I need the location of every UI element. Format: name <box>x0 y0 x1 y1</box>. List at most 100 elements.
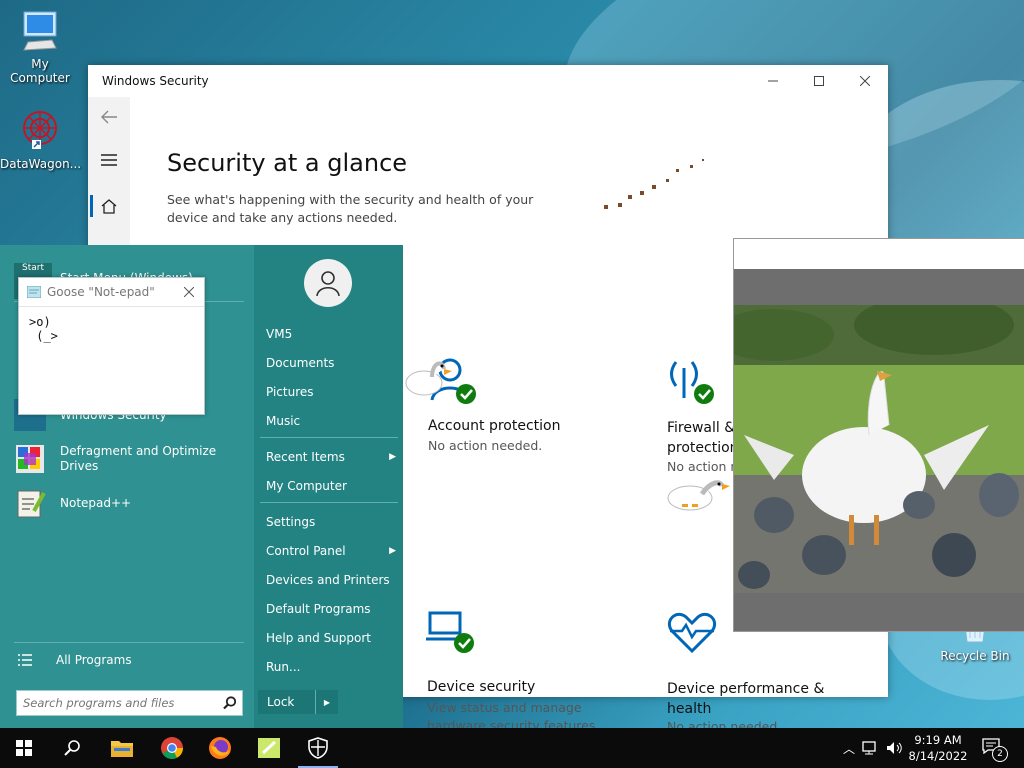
computer-icon <box>0 10 80 55</box>
program-notepad-plus-plus[interactable]: Notepad++ <box>14 485 244 521</box>
search-input[interactable] <box>17 691 215 715</box>
place-default-programs[interactable]: Default Programs <box>266 602 371 616</box>
notepad-icon <box>27 286 41 298</box>
place-settings[interactable]: Settings <box>266 515 315 529</box>
divider <box>260 437 398 438</box>
windows-logo-icon <box>16 740 32 756</box>
place-music[interactable]: Music <box>266 414 300 428</box>
place-devices-printers[interactable]: Devices and Printers <box>266 573 390 587</box>
notification-badge: 2 <box>992 746 1008 762</box>
goose-video-window[interactable] <box>733 238 1024 632</box>
taskbar-clock[interactable]: 9:19 AM 8/14/2022 <box>906 732 970 764</box>
search-icon <box>64 740 80 756</box>
program-label-line: Drives <box>60 459 99 473</box>
firewall-antenna-icon <box>670 361 714 404</box>
hamburger-menu-button[interactable] <box>88 137 130 183</box>
divider <box>260 502 398 503</box>
tile-title-line: Device performance & <box>667 681 825 697</box>
divider <box>14 642 244 643</box>
chrome-icon <box>161 737 183 759</box>
goose-notepad-window[interactable]: Goose "Not-epad" <box>18 277 205 415</box>
notepad-text-area[interactable] <box>27 313 201 407</box>
minimize-button[interactable] <box>750 65 796 97</box>
start-search-box[interactable] <box>16 690 243 716</box>
back-button[interactable] <box>88 97 130 137</box>
clock-time: 9:19 AM <box>914 733 962 747</box>
place-recent-items[interactable]: Recent Items ▶ <box>266 450 396 464</box>
folder-icon <box>111 741 133 757</box>
place-my-computer[interactable]: My Computer <box>266 479 347 493</box>
action-center-button[interactable]: 2 <box>982 738 1008 762</box>
nav-home[interactable] <box>88 183 130 229</box>
laptop-icon <box>426 611 474 653</box>
lock-button[interactable]: Lock <box>258 690 316 714</box>
program-label-line: Defragment and Optimize <box>60 444 217 458</box>
place-vm5[interactable]: VM5 <box>266 327 292 341</box>
system-tray: ︿ <box>838 728 904 768</box>
taskbar-windows-security[interactable] <box>294 728 342 768</box>
taskbar-chrome[interactable] <box>148 728 196 768</box>
page-title: Security at a glance <box>167 149 408 177</box>
user-avatar[interactable] <box>304 259 352 307</box>
submenu-arrow-icon: ▶ <box>389 546 396 556</box>
tile-title: Firewall & protection <box>667 418 739 458</box>
lock-button-group: Lock ▶ <box>258 690 338 714</box>
shield-icon <box>308 737 328 759</box>
nav-selection-indicator <box>90 195 93 217</box>
all-programs-button[interactable]: All Programs <box>18 653 132 667</box>
video-titlebar[interactable] <box>734 239 1024 269</box>
tile-title-line: health <box>667 701 712 717</box>
tile-title: Device performance & health <box>667 679 824 719</box>
place-label: Control Panel <box>266 544 346 558</box>
power-options-button[interactable]: ▶ <box>316 690 338 714</box>
heart-pulse-icon <box>667 612 717 654</box>
hamburger-icon <box>101 154 117 166</box>
home-icon <box>101 199 117 214</box>
close-icon[interactable] <box>184 287 194 297</box>
search-icon[interactable] <box>223 696 237 710</box>
tile-status: No action needed. <box>428 438 543 453</box>
place-label: Recent Items <box>266 450 345 464</box>
lock-label: Lock <box>267 695 295 709</box>
desktop-icon-label: Recycle Bin <box>940 649 1010 663</box>
submenu-arrow-icon: ▶ <box>389 452 396 462</box>
program-defragment[interactable]: Defragment and Optimize Drives <box>14 441 244 477</box>
goose-footprints <box>604 159 704 209</box>
close-icon <box>860 76 870 86</box>
taskbar-notepad-plus-plus[interactable] <box>245 728 293 768</box>
taskbar-firefox[interactable] <box>196 728 244 768</box>
place-pictures[interactable]: Pictures <box>266 385 314 399</box>
desktop-icon-my-computer[interactable]: My Computer <box>0 10 80 85</box>
chevron-up-icon[interactable]: ︿ <box>838 740 860 757</box>
taskbar-search-button[interactable] <box>48 728 96 768</box>
tile-title-line: Firewall & <box>667 420 736 436</box>
place-run[interactable]: Run... <box>266 660 300 674</box>
taskbar: ︿ 9:19 AM 8/14/2022 2 <box>0 728 1024 768</box>
volume-icon[interactable] <box>886 741 904 755</box>
desktop-icon-datawagon[interactable]: DataWagon... <box>0 108 81 171</box>
desktop-icon-label: My Computer <box>10 57 70 85</box>
clock-date: 8/14/2022 <box>908 749 968 763</box>
datawagon-icon <box>0 108 80 155</box>
goose-video-frame <box>734 305 1024 593</box>
place-help-support[interactable]: Help and Support <box>266 631 371 645</box>
notepad-title: Goose "Not-epad" <box>47 285 155 299</box>
page-description: See what's happening with the security a… <box>167 192 534 225</box>
place-documents[interactable]: Documents <box>266 356 334 370</box>
notepad-titlebar[interactable]: Goose "Not-epad" <box>19 278 204 307</box>
window-title: Windows Security <box>102 74 209 88</box>
maximize-button[interactable] <box>796 65 842 97</box>
tile-title: Account protection <box>428 418 561 434</box>
taskbar-file-explorer[interactable] <box>98 728 146 768</box>
goose-sprite <box>405 361 452 396</box>
list-icon <box>18 654 32 666</box>
close-button[interactable] <box>842 65 888 97</box>
chevron-right-icon: ▶ <box>323 697 331 707</box>
window-titlebar[interactable]: Windows Security <box>88 65 888 97</box>
place-control-panel[interactable]: Control Panel ▶ <box>266 544 396 558</box>
tile-title: Device security <box>427 679 536 695</box>
notepad-plus-plus-icon <box>258 738 280 758</box>
goose-sprite <box>667 480 730 511</box>
start-button[interactable] <box>0 728 48 768</box>
network-icon[interactable] <box>862 741 880 755</box>
